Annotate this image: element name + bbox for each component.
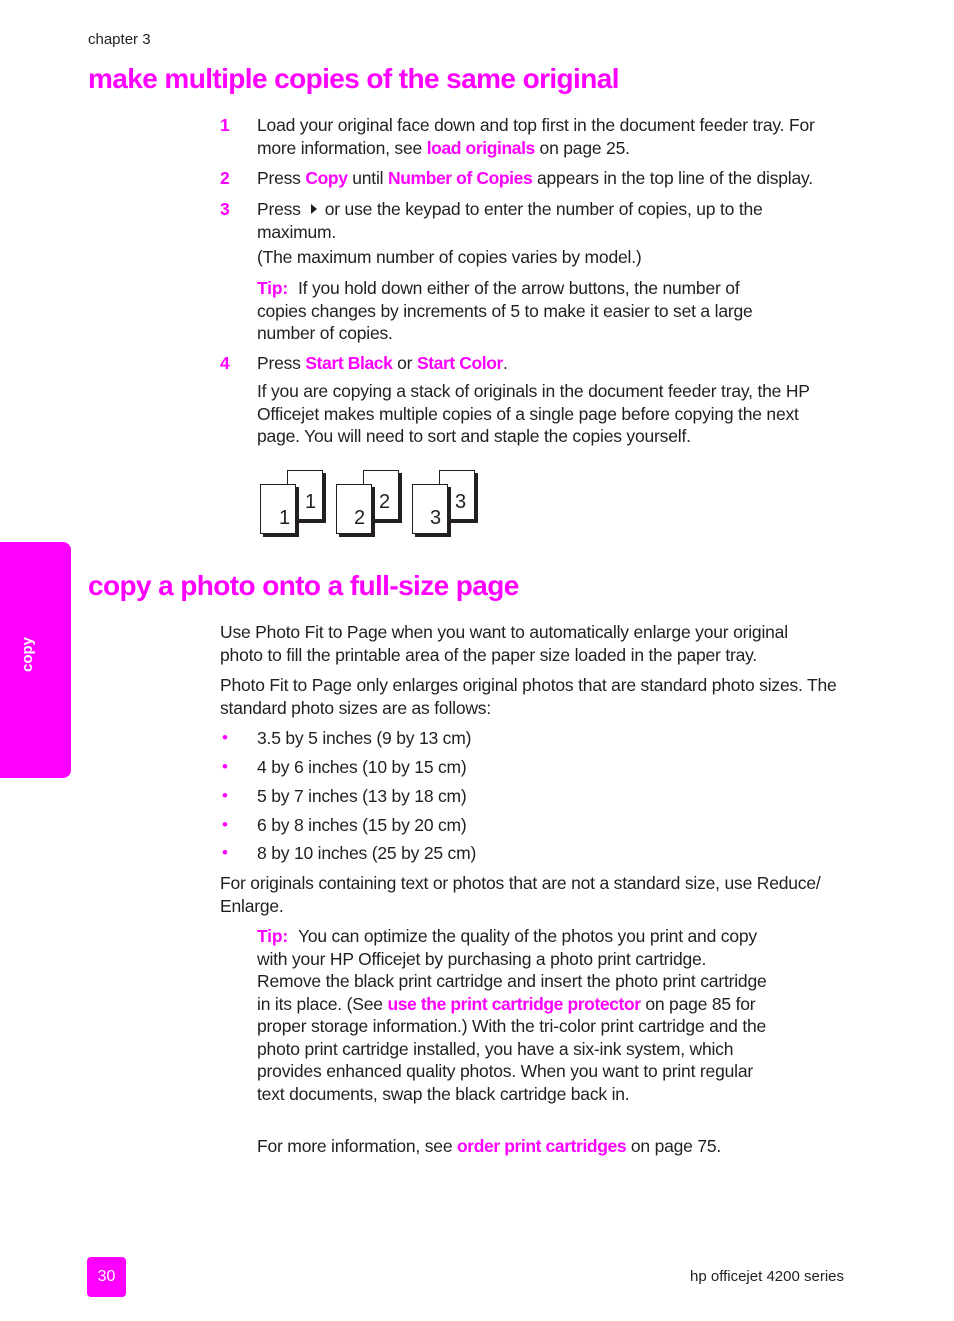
- step-text: or use the keypad to enter the number of…: [257, 199, 763, 242]
- page-number: 1: [279, 507, 291, 529]
- section-title-photo-full-size: copy a photo onto a full-size page: [88, 570, 519, 601]
- page-number: 2: [379, 491, 391, 513]
- photo-fit-sizes-intro: Photo Fit to Page only enlarges original…: [220, 675, 837, 718]
- chapter-side-tab[interactable]: copy: [0, 542, 71, 778]
- bullet-icon: •: [222, 843, 228, 862]
- link-number-of-copies[interactable]: Number of Copies: [388, 168, 533, 188]
- page-sheet-front: 3: [412, 484, 448, 534]
- tip-label: Tip:: [257, 278, 288, 298]
- link-load-originals[interactable]: load originals: [427, 138, 536, 158]
- link-start-black[interactable]: Start Black: [305, 353, 392, 373]
- page-number: 1: [305, 491, 317, 513]
- step-text: Press: [257, 199, 301, 219]
- link-start-color[interactable]: Start Color: [417, 353, 503, 373]
- tip-photo-cartridge: Tip: You can optimize the quality of the …: [257, 925, 767, 1105]
- step-1-text: Load your original face down and top fir…: [257, 114, 857, 159]
- page-number: 2: [354, 507, 366, 529]
- bullet-icon: •: [222, 757, 228, 776]
- step-number: 2: [220, 168, 230, 188]
- step-3-text: Press or use the keypad to enter the numb…: [257, 198, 797, 243]
- step-2-text: Press Copy until Number of Copies appear…: [257, 167, 857, 190]
- step-4-text: Press Start Black or Start Color.: [257, 352, 508, 375]
- bullet-icon: •: [222, 786, 228, 805]
- tip-copies: Tip: If you hold down either of the arrow…: [257, 277, 777, 345]
- link-copy[interactable]: Copy: [305, 168, 348, 188]
- non-standard-note: For originals containing text or photos …: [220, 873, 821, 916]
- size-list-item: 4 by 6 inches (10 by 15 cm): [257, 757, 467, 777]
- page-sheet-front: 2: [336, 484, 372, 534]
- step-text: or: [392, 353, 417, 373]
- step-4-paragraph: If you are copying a stack of originals …: [257, 381, 810, 446]
- page-sheet-front: 1: [260, 484, 296, 534]
- tip-text: If you hold down either of the arrow but…: [257, 278, 753, 343]
- step-text: on page 25.: [534, 137, 630, 158]
- size-list-item: 3.5 by 5 inches (9 by 13 cm): [257, 728, 472, 748]
- more-info-text: on page 75.: [626, 1136, 722, 1156]
- section-title-multiple-copies: make multiple copies of the same origina…: [88, 63, 619, 94]
- size-list-item: 5 by 7 inches (13 by 18 cm): [257, 786, 467, 806]
- step-text: Press: [257, 353, 306, 373]
- link-print-cartridge-protector[interactable]: use the print cartridge protector: [387, 994, 641, 1014]
- step-3-note: (The maximum number of copies varies by …: [257, 247, 642, 267]
- collated-copies-illustration: 1 1 2 2 3 3: [258, 468, 488, 543]
- tip-label: Tip:: [257, 926, 288, 946]
- photo-fit-intro: Use Photo Fit to Page when you want to a…: [220, 622, 788, 665]
- chapter-label: chapter 3: [88, 31, 151, 48]
- step-number: 4: [220, 353, 230, 373]
- step-text: appears in the top line of the display.: [532, 168, 813, 188]
- bullet-icon: •: [222, 815, 228, 834]
- size-list-item: 8 by 10 inches (25 by 25 cm): [257, 843, 477, 863]
- side-tab-label: copy: [19, 636, 36, 672]
- bullet-icon: •: [222, 728, 228, 747]
- step-number: 1: [220, 115, 230, 135]
- link-order-print-cartridges[interactable]: order print cartridges: [457, 1136, 627, 1156]
- page-number: 3: [430, 507, 442, 529]
- page-number: 3: [455, 491, 467, 513]
- step-text: until: [347, 168, 388, 188]
- more-info-line: For more information, see order print ca…: [257, 1135, 721, 1158]
- right-arrow-icon: [310, 204, 317, 215]
- size-list-item: 6 by 8 inches (15 by 20 cm): [257, 815, 467, 835]
- step-text: Press: [257, 168, 306, 188]
- footer-product-title: hp officejet 4200 series: [690, 1268, 844, 1285]
- page-number-badge: 30: [87, 1257, 126, 1297]
- step-text: .: [502, 353, 508, 373]
- step-number: 3: [220, 199, 230, 219]
- more-info-text: For more information, see: [257, 1136, 458, 1156]
